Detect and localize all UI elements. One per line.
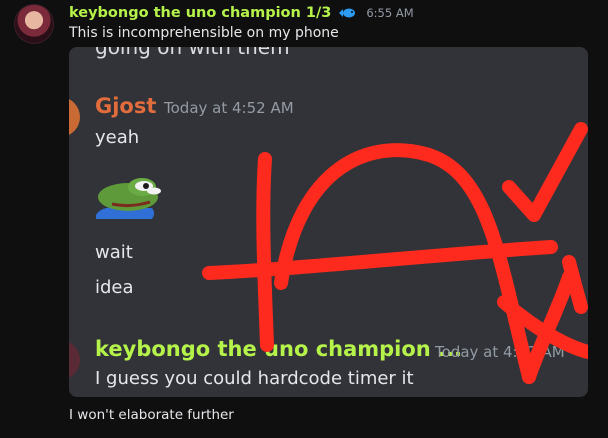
- author-name[interactable]: keybongo the uno champion 1/3: [69, 5, 331, 21]
- pepe-emoji: [96, 178, 161, 219]
- message-text-2: I won't elaborate further: [69, 407, 234, 423]
- cut-off-text: going on with them: [95, 47, 290, 59]
- keybongo-avatar: [69, 340, 80, 380]
- gjost-avatar: [69, 97, 80, 137]
- gjost-author-name: Gjost: [95, 94, 157, 118]
- fish-icon: [339, 8, 356, 18]
- gjost-line-yeah: yeah: [95, 127, 140, 148]
- message-timestamp: 6:55 AM: [366, 6, 414, 20]
- gjost-line-idea: idea: [95, 277, 134, 298]
- embedded-screenshot-image[interactable]: going on with them Gjost Today at 4:52 A…: [69, 47, 588, 397]
- gjost-timestamp: Today at 4:52 AM: [164, 99, 294, 117]
- keybongo-line: I guess you could hardcode timer it: [95, 368, 414, 389]
- gjost-line-wait: wait: [95, 242, 133, 263]
- keybongo-author-name: keybongo the uno champion ...: [95, 337, 462, 361]
- message-text: This is incomprehensible on my phone: [69, 25, 339, 41]
- keybongo-timestamp: Today at 4:52 AM: [435, 343, 565, 361]
- message-header: keybongo the uno champion 1/3 6:55 AM: [69, 3, 414, 23]
- user-avatar[interactable]: [14, 4, 54, 44]
